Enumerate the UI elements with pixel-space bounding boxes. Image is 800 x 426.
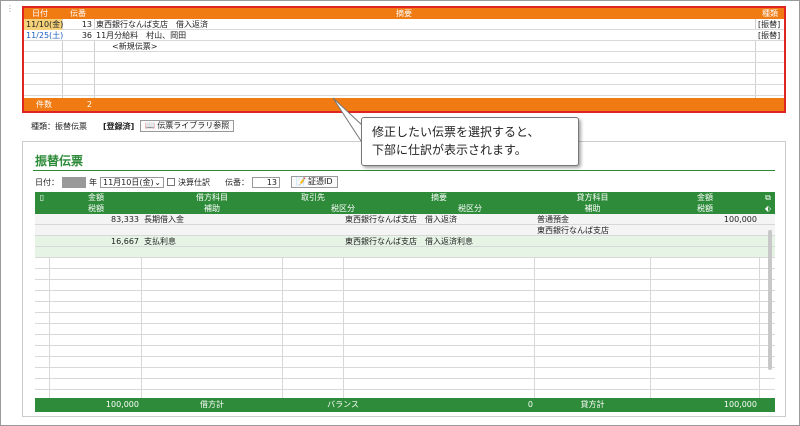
voucher-id-button[interactable]: 📝 証憑ID [291, 176, 338, 188]
grid-subheader: 税額 補助 税区分 税区分 補助 税額 ⬖ [35, 203, 775, 214]
grid-footer: 100,000 借方計 バランス 0 貸方計 100,000 [35, 398, 775, 412]
document-icon: 📝 [296, 177, 306, 186]
book-icon: ▯ [39, 193, 45, 202]
col-date[interactable]: 日付 [32, 8, 48, 19]
status-badge: [登録済] [103, 121, 135, 131]
col-kind[interactable]: 種類 [762, 8, 778, 19]
window-frame: ⋮ 日付 伝番 摘要 種類 11/10(金) 13 東西銀行なんば支店 借入返済… [0, 0, 800, 426]
date-select[interactable]: 11月10日(金) ⌄ [100, 176, 164, 188]
slip-info-bar: 種類：振替伝票 [登録済] 📖 伝票ライブラリ参照 [31, 120, 235, 132]
library-button[interactable]: 📖 伝票ライブラリ参照 [140, 120, 235, 132]
drag-handle-icon[interactable]: ⋮ [6, 5, 14, 13]
slip-row[interactable]: 11/25(土) 36 11月分給料 村山、岡田 [振替] [24, 30, 784, 41]
row-date: 11/10(金) [24, 19, 64, 30]
grid-scrollbar[interactable] [768, 230, 772, 370]
closing-checkbox[interactable] [167, 178, 175, 186]
tag-icon[interactable]: ⬖ [761, 203, 775, 214]
journal-row[interactable]: 16,667 支払利息 東西銀行なんば支店 借入返済利息 [35, 236, 775, 247]
new-slip-row[interactable]: <新規伝票> [24, 41, 784, 52]
slip-kind: 種類：振替伝票 [31, 121, 87, 131]
slip-list: 日付 伝番 摘要 種類 11/10(金) 13 東西銀行なんば支店 借入返済 [… [22, 6, 786, 113]
col-slip-no[interactable]: 伝番 [70, 8, 86, 19]
copy-icon[interactable]: ⧉ [761, 192, 775, 203]
slip-list-footer: 件数 2 [24, 98, 784, 111]
col-summary[interactable]: 摘要 [396, 8, 412, 19]
slip-number-field[interactable]: 13 [252, 176, 280, 188]
slip-list-header: 日付 伝番 摘要 種類 [24, 8, 784, 19]
journal-subrow[interactable]: 東西銀行なんば支店 [35, 225, 775, 236]
book-icon: 📖 [145, 121, 156, 130]
transfer-slip-form: 振替伝票 日付： 年 11月10日(金) ⌄ 決算仕訳 伝番： 13 📝 証憑I… [22, 141, 786, 417]
journal-row[interactable]: 83,333 長期借入金 東西銀行なんば支店 借入返済 普通預金 100,000 [35, 214, 775, 225]
date-row: 日付： 年 11月10日(金) ⌄ 決算仕訳 伝番： 13 📝 証憑ID [35, 176, 338, 188]
callout-tooltip: 修正したい伝票を選択すると、 下部に仕訳が表示されます。 [361, 117, 579, 166]
slip-row[interactable]: 11/10(金) 13 東西銀行なんば支店 借入返済 [振替] [24, 19, 784, 30]
chevron-down-icon: ⌄ [154, 177, 161, 187]
year-field[interactable] [62, 176, 86, 188]
grid-header: ▯ 金額 借方科目 取引先 摘要 貸方科目 金額 ⧉ [35, 192, 775, 203]
form-title: 振替伝票 [35, 154, 84, 168]
journal-grid: ▯ 金額 借方科目 取引先 摘要 貸方科目 金額 ⧉ 税額 補助 税区分 税区分… [35, 192, 775, 412]
